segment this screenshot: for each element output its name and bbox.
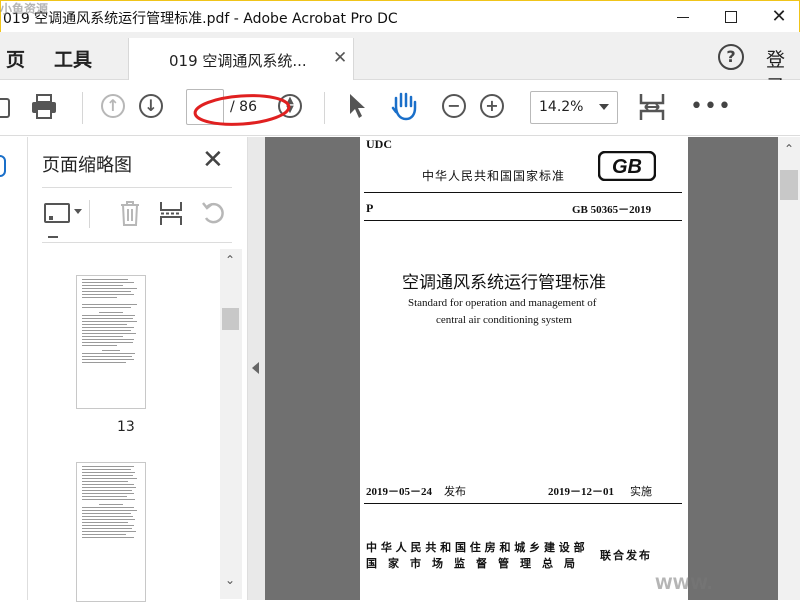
page-thumbnail[interactable]: [76, 275, 146, 409]
document-title-en-1: Standard for operation and management of: [408, 297, 597, 309]
standard-number: GB 50365－2019: [572, 204, 652, 216]
minimize-button[interactable]: [663, 5, 703, 29]
tab-document[interactable]: 019 空调通风系统... ✕: [128, 38, 354, 80]
issuer-line-1: 中 华 人 民 共 和 国 住 房 和 城 乡 建 设 部: [366, 541, 585, 554]
page-thumbnails-icon[interactable]: [0, 155, 6, 177]
left-navigation-strip: [0, 137, 28, 600]
fit-page-icon[interactable]: [638, 90, 666, 124]
chevron-down-icon[interactable]: [74, 209, 82, 214]
close-panel-icon[interactable]: ✕: [202, 145, 224, 175]
zoom-out-icon[interactable]: −: [442, 94, 466, 118]
tab-tools[interactable]: 工具: [54, 45, 92, 72]
implementation-date: 2019－12－01: [548, 486, 614, 498]
panel-collapse-strip[interactable]: [248, 137, 265, 600]
document-title-cn: 空调通风系统运行管理标准: [402, 273, 606, 293]
thumbnail-page-label: 13: [117, 419, 135, 435]
tab-bar: 页 工具 019 空调通风系统... ✕ ? 登录: [0, 32, 800, 98]
udc-label: UDC: [366, 137, 392, 151]
next-page-icon[interactable]: ↓: [139, 94, 163, 118]
chevron-down-icon: [599, 104, 609, 110]
select-tool-icon[interactable]: [346, 92, 368, 120]
window-title: 019 空调通风系统运行管理标准.pdf - Adobe Acrobat Pro…: [3, 11, 398, 27]
thumbnail-panel-title: 页面缩略图: [42, 155, 132, 176]
gb-logo-text: GB: [612, 156, 642, 178]
delete-page-icon[interactable]: [118, 199, 142, 227]
standard-header: 中华人民共和国国家标准: [422, 169, 566, 183]
print-icon[interactable]: [30, 92, 58, 122]
zoom-select[interactable]: 14.2%: [530, 91, 618, 124]
scroll-down-icon[interactable]: ⌄: [225, 573, 235, 587]
page-thumbnail[interactable]: [76, 462, 146, 602]
insert-page-icon[interactable]: [158, 199, 184, 227]
document-scrollbar[interactable]: [778, 137, 800, 600]
joint-issue: 联合发布: [600, 549, 652, 562]
close-tab-icon[interactable]: ✕: [333, 48, 347, 68]
toolbar: ↑ ↓ / 86 ▲ ▼ − + 14.2% •••: [0, 80, 800, 136]
class-code: P: [366, 201, 374, 215]
watermark-top: 小鱼资源: [0, 2, 49, 16]
document-title-en-2: central air conditioning system: [436, 314, 572, 326]
title-bar: 019 空调通风系统运行管理标准.pdf - Adobe Acrobat Pro…: [0, 0, 800, 32]
issue-date: 2019－05－24: [366, 486, 432, 498]
thumbnail-options-icon[interactable]: [44, 203, 70, 238]
zoom-in-icon[interactable]: +: [480, 94, 504, 118]
zoom-value: 14.2%: [539, 99, 584, 115]
pdf-page: UDC 中华人民共和国国家标准 GB P GB 50365－2019 空调通风系…: [360, 137, 688, 600]
annotation-ellipse: [193, 94, 291, 126]
close-icon: ✕: [771, 6, 787, 27]
thumbnail-scrollbar[interactable]: [220, 249, 242, 599]
document-scrollbar-thumb[interactable]: [780, 170, 798, 200]
watermark-bottom: WWW.: [655, 574, 713, 593]
gb-logo: GB: [597, 150, 657, 182]
maximize-button[interactable]: [711, 5, 751, 29]
thumbnail-scrollbar-thumb[interactable]: [222, 308, 239, 330]
scroll-up-icon[interactable]: ⌃: [784, 142, 794, 156]
rotate-page-icon[interactable]: [200, 199, 228, 227]
collapse-panel-icon[interactable]: [252, 362, 259, 374]
more-options-icon[interactable]: •••: [690, 94, 732, 119]
help-icon[interactable]: ?: [718, 44, 744, 70]
previous-page-icon[interactable]: ↑: [101, 94, 125, 118]
hand-tool-icon[interactable]: [390, 90, 420, 122]
issue-word: 发布: [444, 485, 466, 498]
issuer-line-2: 国 家 市 场 监 督 管 理 总 局: [366, 557, 575, 570]
implementation-word: 实施: [630, 485, 652, 498]
save-icon[interactable]: [0, 98, 10, 118]
thumbnail-panel: 页面缩略图 ✕ 13 ⌃ ⌄: [28, 137, 248, 602]
tab-document-label: 019 空调通风系统...: [169, 52, 307, 70]
tab-home[interactable]: 页: [6, 45, 25, 72]
close-window-button[interactable]: ✕: [759, 5, 799, 29]
scroll-up-icon[interactable]: ⌃: [225, 253, 235, 267]
